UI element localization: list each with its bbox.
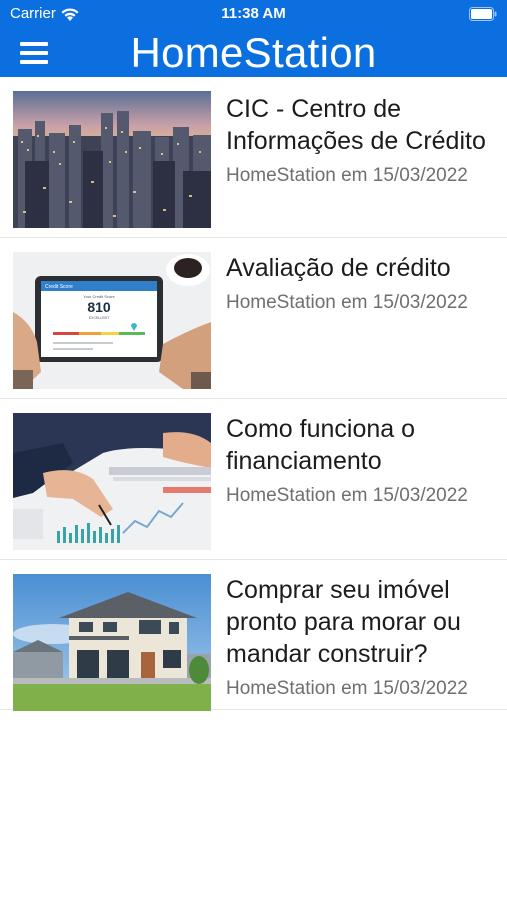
menu-line — [20, 42, 48, 46]
article-item[interactable]: Credit Score Your Credit Score 810 EXCEL… — [0, 238, 507, 399]
article-text: Como funciona o financiamento HomeStatio… — [226, 413, 498, 509]
status-bar: Carrier 11:38 AM — [0, 0, 507, 30]
article-item[interactable]: CIC - Centro de Informações de Crédito H… — [0, 77, 507, 238]
thumbnail-score-value: 810 — [87, 299, 111, 315]
article-title[interactable]: Comprar seu imóvel pronto para morar ou … — [226, 574, 498, 670]
clock-time: 11:38 AM — [221, 5, 286, 22]
article-title[interactable]: CIC - Centro de Informações de Crédito — [226, 93, 498, 157]
article-text: Avaliação de crédito HomeStation em 15/0… — [226, 252, 498, 316]
article-title[interactable]: Avaliação de crédito — [226, 252, 498, 284]
credit-score-tablet-image: Credit Score Your Credit Score 810 EXCEL… — [13, 252, 211, 389]
app-title: HomeStation — [130, 29, 377, 76]
thumbnail-score-rating: EXCELLENT — [89, 316, 110, 320]
menu-line — [20, 60, 48, 64]
hamburger-menu-icon[interactable] — [14, 36, 54, 70]
city-skyline-image — [13, 91, 211, 228]
article-item[interactable]: Comprar seu imóvel pronto para morar ou … — [0, 560, 507, 711]
article-list: CIC - Centro de Informações de Crédito H… — [0, 77, 507, 711]
article-title[interactable]: Como funciona o financiamento — [226, 413, 498, 477]
menu-line — [20, 51, 48, 55]
navigation-bar: HomeStation — [0, 30, 507, 77]
financial-charts-image — [13, 413, 211, 550]
article-text: Comprar seu imóvel pronto para morar ou … — [226, 574, 498, 702]
house-image — [13, 574, 211, 711]
article-meta: HomeStation em 15/03/2022 — [226, 678, 468, 699]
battery-icon — [469, 7, 497, 21]
article-item[interactable]: Como funciona o financiamento HomeStatio… — [0, 399, 507, 560]
article-text: CIC - Centro de Informações de Crédito H… — [226, 93, 498, 189]
article-meta: HomeStation em 15/03/2022 — [226, 292, 468, 313]
article-meta: HomeStation em 15/03/2022 — [226, 485, 468, 506]
article-meta: HomeStation em 15/03/2022 — [226, 165, 468, 186]
thumbnail-header-text: Credit Score — [45, 284, 73, 290]
